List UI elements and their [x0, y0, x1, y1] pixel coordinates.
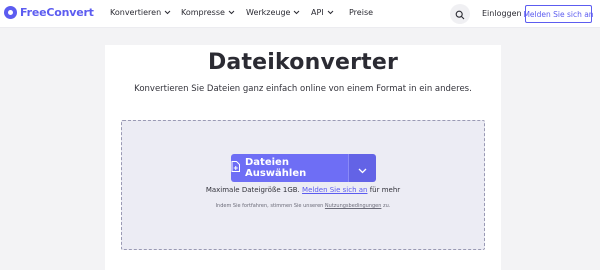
- nav-item-kompresse[interactable]: Kompresse: [181, 8, 235, 17]
- search-icon: [455, 5, 465, 24]
- nav-item-api[interactable]: API: [311, 8, 334, 17]
- page-title: Dateikonverter: [207, 50, 399, 75]
- terms-text: Indem Sie fortfahren, stimmen Sie unsere…: [215, 203, 324, 209]
- brand-name: FreeConvert: [20, 6, 94, 19]
- top-navbar: FreeConvert Konvertieren Kompresse Werkz…: [0, 0, 600, 28]
- converter-card: Dateikonverter Konvertieren Sie Dateien …: [105, 45, 501, 270]
- nav-item-werkzeuge[interactable]: Werkzeuge: [246, 8, 300, 17]
- chevron-down-icon: [327, 10, 334, 15]
- terms-suffix: zu.: [383, 203, 391, 209]
- nav-item-label: Kompresse: [181, 8, 225, 17]
- freeconvert-logo-icon: [4, 6, 17, 19]
- signup-link[interactable]: Melden Sie sich an: [302, 186, 367, 194]
- page-subtitle: Konvertieren Sie Dateien ganz einfach on…: [134, 84, 472, 94]
- nav-item-label: Preise: [349, 8, 374, 17]
- signup-button[interactable]: Melden Sie sich an: [523, 5, 594, 23]
- max-size-text: Maximale Dateigröße 1GB.: [205, 186, 300, 194]
- choose-files-label: Dateien Auswählen: [245, 157, 307, 179]
- nav-item-konvertieren[interactable]: Konvertieren: [110, 8, 171, 17]
- max-file-size-note: Maximale Dateigröße 1GB. Melden Sie sich…: [122, 186, 484, 194]
- nav-item-label: API: [311, 8, 324, 17]
- chevron-down-icon: [358, 159, 367, 178]
- choose-files-button[interactable]: Dateien Auswählen: [231, 154, 348, 182]
- brand-logo[interactable]: FreeConvert: [4, 6, 94, 19]
- file-plus-icon: [231, 161, 240, 175]
- file-dropzone[interactable]: Dateien Auswählen Maximale Dateigröße 1G…: [121, 120, 485, 250]
- search-button[interactable]: [450, 4, 470, 24]
- nav-item-label: Konvertieren: [110, 8, 162, 17]
- chevron-down-icon: [228, 10, 235, 15]
- upload-button-group: Dateien Auswählen: [231, 154, 376, 182]
- nav-item-preise[interactable]: Preise: [349, 8, 373, 17]
- chevron-down-icon: [164, 10, 171, 15]
- terms-note: Indem Sie fortfahren, stimmen Sie unsere…: [122, 203, 484, 209]
- chevron-down-icon: [293, 10, 300, 15]
- nav-item-label: Werkzeuge: [246, 8, 291, 17]
- login-link[interactable]: Einloggen: [482, 9, 522, 18]
- upload-source-dropdown[interactable]: [348, 154, 376, 182]
- terms-link[interactable]: Nutzungsbedingungen: [325, 203, 382, 209]
- max-size-suffix: für mehr: [369, 186, 401, 194]
